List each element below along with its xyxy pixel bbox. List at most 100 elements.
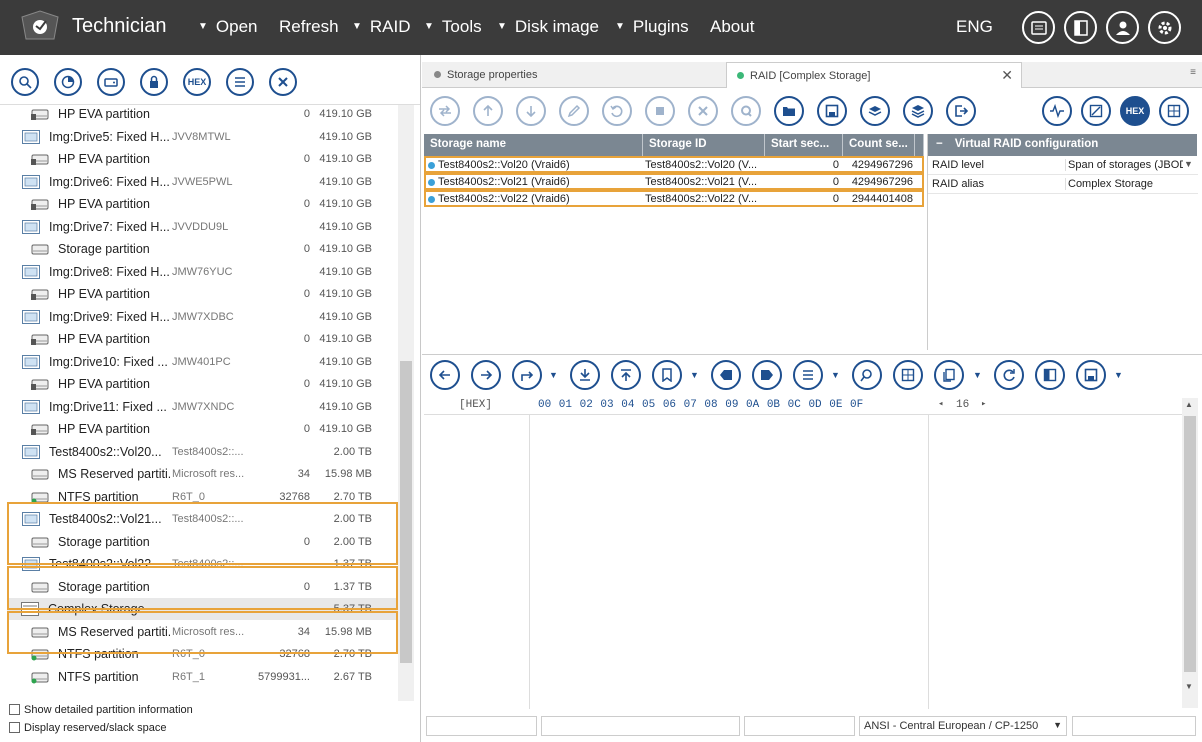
grid-button[interactable] (1159, 96, 1189, 126)
tree-row[interactable]: Img:Drive9: Fixed H... JMW7XDBC 419.10 GB (8, 306, 398, 328)
tree-row[interactable]: Storage partition 0 419.10 GB (8, 238, 398, 260)
tree-row[interactable]: NTFS partition R6T_1 5799931... 2.67 TB (8, 666, 398, 688)
disk-button[interactable] (97, 68, 125, 96)
layout-button[interactable] (893, 360, 923, 390)
language-selector[interactable]: ENG (956, 17, 993, 37)
back-button[interactable] (430, 360, 460, 390)
width-decrease-icon[interactable]: ◂ (938, 399, 943, 409)
width-increase-icon[interactable]: ▸ (981, 399, 986, 409)
account-button[interactable] (1106, 11, 1139, 44)
scan-button[interactable] (54, 68, 82, 96)
hex-scrollbar[interactable]: ▲ ▼ (1182, 398, 1198, 708)
tree-row[interactable]: Img:Drive6: Fixed H... JVWE5PWL 419.10 GB (8, 171, 398, 193)
goto-button[interactable] (512, 360, 542, 390)
find-button[interactable] (852, 360, 882, 390)
table-row[interactable]: Test8400s2::Vol21 (Vraid6) Test8400s2::V… (424, 173, 924, 190)
save-button[interactable] (817, 96, 847, 126)
save-hex-button[interactable] (1076, 360, 1106, 390)
table-row[interactable]: Test8400s2::Vol22 (Vraid6) Test8400s2::V… (424, 190, 924, 207)
lock-button[interactable] (140, 68, 168, 96)
tree-scrollbar[interactable] (398, 105, 414, 701)
signal-button[interactable] (1042, 96, 1072, 126)
tab-menu-icon[interactable]: ≡ (1190, 67, 1196, 78)
reserved-space-checkbox[interactable]: Display reserved/slack space (9, 722, 166, 734)
list-view-button[interactable] (793, 360, 823, 390)
raid-level-row[interactable]: RAID level Span of storages (JBOD) ▼ (928, 156, 1198, 175)
tree-row[interactable]: HP EVA partition 0 419.10 GB (8, 148, 398, 170)
menu-tools[interactable]: ▼ Tools (424, 17, 482, 37)
menu-disk-image[interactable]: ▼ Disk image (497, 17, 599, 37)
next-bookmark-button[interactable] (752, 360, 782, 390)
chevron-down-icon[interactable]: ▼ (1053, 720, 1062, 730)
query-button[interactable] (731, 96, 761, 126)
col-storage-name[interactable]: Storage name (424, 134, 643, 156)
tab-close-icon[interactable]: ✕ (1001, 67, 1013, 84)
tab-storage-properties[interactable]: Storage properties (422, 62, 726, 88)
menu-plugins[interactable]: ▼ Plugins (615, 17, 689, 37)
col-start-sector[interactable]: Start sec... (765, 134, 843, 156)
tree-row[interactable]: Img:Drive10: Fixed ... JMW401PC 419.10 GB (8, 351, 398, 373)
col-count-sectors[interactable]: Count se... (843, 134, 915, 156)
raid-alias-row[interactable]: RAID alias Complex Storage (928, 175, 1198, 194)
hex-view[interactable] (424, 414, 1182, 709)
chevron-down-icon[interactable]: ▼ (1114, 370, 1123, 380)
hex-button[interactable]: HEX (183, 68, 211, 96)
tree-row[interactable]: HP EVA partition 0 419.10 GB (8, 418, 398, 440)
hex-scroll-thumb[interactable] (1184, 416, 1196, 672)
log-button[interactable] (1022, 11, 1055, 44)
layers-button[interactable] (903, 96, 933, 126)
chevron-down-icon[interactable]: ▼ (1184, 159, 1193, 169)
bookmark-button[interactable] (652, 360, 682, 390)
menu-about[interactable]: About (710, 17, 754, 37)
copy-button[interactable] (934, 360, 964, 390)
tree-row[interactable]: HP EVA partition 0 419.10 GB (8, 193, 398, 215)
jump-up-button[interactable] (611, 360, 641, 390)
encoding-select[interactable]: ANSI - Central European / CP-1250 ▼ (859, 716, 1067, 736)
forward-button[interactable] (471, 360, 501, 390)
list-button[interactable] (226, 68, 254, 96)
tree-row[interactable]: HP EVA partition 0 419.10 GB (8, 283, 398, 305)
tab-raid-complex-storage[interactable]: RAID [Complex Storage] ✕ (726, 62, 1022, 88)
chevron-down-icon[interactable]: ▼ (690, 370, 699, 380)
col-storage-id[interactable]: Storage ID (643, 134, 765, 156)
move-up-button[interactable] (473, 96, 503, 126)
tree-row[interactable]: Img:Drive5: Fixed H... JVV8MTWL 419.10 GB (8, 126, 398, 148)
raid-swap-button[interactable] (430, 96, 460, 126)
move-down-button[interactable] (516, 96, 546, 126)
tree-row[interactable]: Img:Drive11: Fixed ... JMW7XNDC 419.10 GB (8, 396, 398, 418)
remove-button[interactable] (688, 96, 718, 126)
split-view-button[interactable] (1035, 360, 1065, 390)
menu-open[interactable]: ▼ Open (198, 17, 258, 37)
map-button[interactable] (1081, 96, 1111, 126)
tree-scroll-thumb[interactable] (400, 361, 412, 663)
reload-button[interactable] (994, 360, 1024, 390)
tree-row[interactable]: MS Reserved partiti... Microsoft res... 34… (8, 463, 398, 485)
tree-row[interactable]: HP EVA partition 0 419.10 GB (8, 328, 398, 350)
raid-level-select[interactable]: Span of storages (JBOD) (1065, 159, 1183, 171)
settings-button[interactable] (1148, 11, 1181, 44)
open-folder-button[interactable] (774, 96, 804, 126)
export-button[interactable] (946, 96, 976, 126)
tree-row[interactable]: HP EVA partition 0 419.10 GB (8, 373, 398, 395)
search-button[interactable] (11, 68, 39, 96)
prev-bookmark-button[interactable] (711, 360, 741, 390)
tree-row[interactable]: HP EVA partition 0 419.10 GB (8, 105, 398, 125)
jump-down-button[interactable] (570, 360, 600, 390)
tree-row[interactable]: Img:Drive7: Fixed H... JVVDDU9L 419.10 GB (8, 216, 398, 238)
chevron-down-icon[interactable]: ▼ (549, 370, 558, 380)
tree-row[interactable]: Test8400s2::Vol20... Test8400s2::... 2.00 … (8, 441, 398, 463)
undo-button[interactable] (602, 96, 632, 126)
menu-refresh[interactable]: Refresh (279, 17, 339, 37)
collapse-icon[interactable]: − (936, 138, 943, 150)
close-button[interactable] (269, 68, 297, 96)
edit-button[interactable] (559, 96, 589, 126)
raid-alias-field[interactable]: Complex Storage (1065, 178, 1195, 190)
hex-view-button[interactable]: HEX (1120, 96, 1150, 126)
menu-raid[interactable]: ▼ RAID (352, 17, 411, 37)
add-layer-button[interactable] (860, 96, 890, 126)
table-row[interactable]: Test8400s2::Vol20 (Vraid6) Test8400s2::V… (424, 156, 924, 173)
chip-button[interactable] (645, 96, 675, 126)
tree-row[interactable]: Img:Drive8: Fixed H... JMW76YUC 419.10 GB (8, 261, 398, 283)
chevron-down-icon[interactable]: ▼ (831, 370, 840, 380)
panel-toggle-button[interactable] (1064, 11, 1097, 44)
